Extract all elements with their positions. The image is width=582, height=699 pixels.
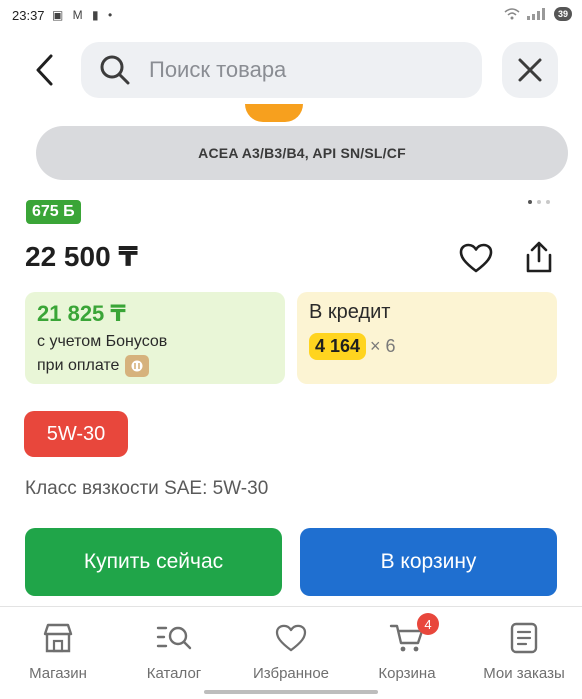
credit-row: 4 164 × 6 [309, 333, 545, 360]
add-to-cart-button[interactable]: В корзину [300, 528, 557, 596]
store-icon [40, 621, 76, 655]
home-indicator[interactable] [204, 690, 378, 694]
wifi-icon [504, 8, 520, 20]
bonus-logo-icon [125, 355, 150, 377]
nav-item-store[interactable]: Магазин [0, 607, 116, 687]
back-button[interactable] [22, 46, 66, 94]
buy-now-button[interactable]: Купить сейчас [25, 528, 282, 596]
variant-chip[interactable]: 5W-30 [24, 411, 128, 457]
status-right: 39 [504, 7, 572, 21]
viscosity-class: Класс вязкости SAE: 5W-30 [25, 478, 269, 499]
favorite-button[interactable] [456, 238, 496, 278]
battery-icon: 39 [553, 7, 572, 21]
cart-count-badge: 4 [417, 613, 439, 635]
nav-label: Избранное [252, 665, 330, 682]
nav-item-cart[interactable]: 4 Корзина [349, 607, 465, 687]
notification-icons: ▣ M ▮ • [52, 8, 116, 22]
pager-dot [537, 200, 541, 204]
pager-dot [546, 200, 550, 204]
bonus-note-text: при оплате [37, 357, 120, 374]
nav-item-favorites[interactable]: Избранное [233, 607, 349, 687]
search-input[interactable]: Поиск товара [81, 42, 482, 98]
search-placeholder: Поиск товара [149, 57, 287, 82]
close-icon [518, 58, 542, 82]
credit-title: В кредит [309, 301, 391, 323]
credit-card[interactable]: В кредит 4 164 × 6 [297, 292, 557, 384]
bonus-price-card[interactable]: 21 825 ₸ с учетом Бонусов при оплате [25, 292, 285, 384]
cart-icon: 4 [389, 613, 439, 655]
bonus-price: 21 825 ₸ [37, 301, 126, 326]
heart-icon [459, 243, 493, 273]
clear-search-button[interactable] [502, 42, 558, 98]
nav-item-orders[interactable]: Мои заказы [466, 607, 582, 687]
share-icon [526, 241, 552, 273]
heart-icon [273, 621, 309, 655]
chevron-left-icon [36, 54, 53, 86]
nav-label: Магазин [29, 665, 87, 682]
bottom-navigation: Магазин Каталог Избранное 4 Корзина Мои … [0, 606, 582, 699]
image-pager-dots [528, 200, 550, 204]
search-icon [99, 53, 133, 87]
bonus-badge: 675 Б [26, 200, 81, 224]
signal-icon [526, 8, 545, 20]
spec-pill: ACEA A3/B3/B4, API SN/SL/CF [36, 126, 568, 180]
pager-dot [528, 200, 532, 204]
catalog-search-icon [156, 621, 192, 655]
credit-monthly-amount: 4 164 [309, 333, 367, 360]
status-bar: 23:37 ▣ M ▮ • 39 [0, 0, 582, 34]
nav-label: Корзина [378, 665, 436, 682]
credit-months: × 6 [370, 336, 396, 356]
nav-label: Мои заказы [483, 665, 565, 682]
nav-label: Каталог [146, 665, 202, 682]
orders-icon [506, 621, 542, 655]
share-button[interactable] [518, 236, 560, 278]
bonus-note-line1: с учетом Бонусов [37, 333, 168, 350]
product-price: 22 500 ₸ [25, 241, 138, 272]
nav-item-catalog[interactable]: Каталог [116, 607, 232, 687]
bonus-note-line2: при оплате [37, 355, 273, 377]
status-time: 23:37 [12, 8, 45, 23]
product-image[interactable] [245, 104, 303, 122]
